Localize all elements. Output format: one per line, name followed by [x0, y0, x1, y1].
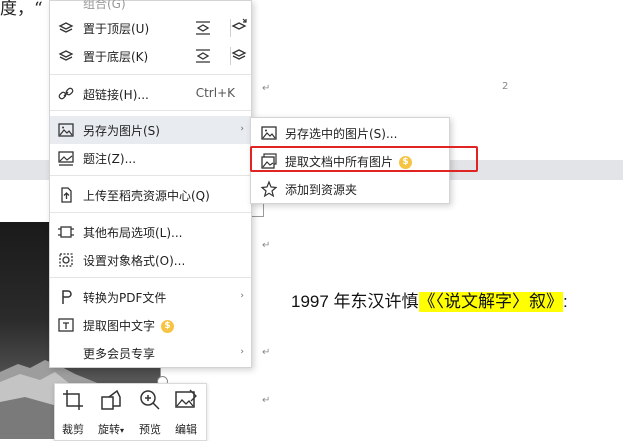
menu-item-label: 题注(Z)...: [83, 152, 137, 166]
submenu-arrow-icon: ›: [240, 291, 244, 301]
menu-separator: [50, 74, 251, 75]
menu-item-label: 另存为图片(S): [83, 124, 160, 138]
submenu-item-label: 添加到资源夹: [285, 183, 358, 197]
menu-item-layout-options[interactable]: 其他布局选项(L)...: [50, 218, 251, 246]
hyperlink-icon: [58, 87, 74, 100]
menu-item-extract-text[interactable]: 提取图中文字 $: [50, 311, 251, 339]
edit-label: 编辑: [175, 423, 197, 436]
body-text-line: 1997 年东汉许慎《〈说文解字〉叙》:: [291, 287, 568, 312]
send-to-back-quick-icon[interactable]: [194, 47, 212, 65]
rotate-button[interactable]: 旋转▾: [93, 388, 129, 438]
submenu-item-save-selected[interactable]: 另存选中的图片(S)...: [251, 119, 449, 147]
crop-label: 裁剪: [62, 423, 84, 436]
crop-button[interactable]: 裁剪: [55, 388, 91, 438]
submenu-arrow-icon: ›: [240, 124, 244, 134]
paragraph-mark: ↵: [262, 240, 271, 251]
vip-badge-icon: $: [161, 320, 175, 333]
layout-options-icon: [58, 226, 74, 238]
bring-forward-icon[interactable]: [230, 17, 248, 35]
highlighted-title: 《〈说文解字〉叙》: [418, 292, 564, 312]
paragraph-mark: ↵: [262, 347, 271, 358]
menu-item-label: 更多会员专享: [83, 347, 156, 361]
menu-separator: [50, 212, 251, 213]
body-text-suffix: :: [563, 292, 568, 311]
edit-button[interactable]: 编辑: [168, 388, 204, 438]
preview-label: 预览: [139, 423, 161, 436]
body-text-prefix: 1997 年东汉许慎: [291, 292, 419, 311]
menu-separator: [50, 110, 251, 111]
menu-item-convert-pdf[interactable]: 转换为PDF文件 ›: [50, 283, 251, 311]
menu-item-label: 超链接(H)...: [83, 88, 149, 102]
menu-item-send-to-back[interactable]: 置于底层(K): [50, 42, 251, 70]
send-backward-icon[interactable]: [230, 45, 248, 63]
submenu-item-label: 另存选中的图片(S)...: [285, 127, 398, 141]
menu-item-label: 设置对象格式(O)...: [83, 254, 186, 268]
menu-item-label: 提取图中文字 $: [83, 317, 175, 334]
bring-to-front-icon: [58, 22, 74, 33]
submenu-arrow-icon: ›: [240, 347, 244, 357]
menu-item-label: 置于顶层(U): [83, 22, 150, 36]
extract-text-icon: [58, 318, 74, 332]
rotate-icon: [101, 389, 121, 410]
selection-handle[interactable]: [251, 202, 264, 217]
image-edit-icon: [175, 389, 197, 408]
menu-item-label: 转换为PDF文件: [83, 291, 167, 305]
menu-item-label: 组合(G): [83, 0, 126, 11]
menu-item-label: 上传至稻壳资源中心(Q): [83, 189, 210, 203]
menu-item-format-object[interactable]: 设置对象格式(O)...: [50, 246, 251, 274]
save-as-image-icon: [58, 123, 74, 137]
menu-item-label: 置于底层(K): [83, 50, 149, 64]
save-selected-image-icon: [261, 126, 277, 140]
menu-item-label: 其他布局选项(L)...: [83, 226, 183, 240]
pdf-convert-icon: [62, 290, 72, 304]
menu-separator: [50, 277, 251, 278]
paragraph-mark: ↵: [262, 83, 271, 94]
highlight-annotation-box: [250, 146, 478, 172]
send-to-back-icon: [58, 50, 74, 61]
menu-item-label-text: 提取图中文字: [83, 319, 156, 333]
preview-button[interactable]: 预览: [132, 388, 168, 438]
document-top-text: 度，“: [0, 0, 43, 19]
menu-item-hyperlink[interactable]: 超链接(H)... Ctrl+K: [50, 80, 251, 108]
paragraph-mark: ↵: [262, 395, 271, 406]
rotate-label-text: 旋转: [97, 423, 120, 436]
format-object-icon: [59, 253, 73, 267]
menu-item-caption[interactable]: 题注(Z)...: [50, 144, 251, 172]
add-to-favorites-icon: [260, 180, 278, 198]
menu-separator: [50, 175, 251, 176]
menu-item-save-as-image[interactable]: 另存为图片(S) ›: [50, 116, 251, 144]
context-menu: 组合(G) 置于顶层(U) 置于底层(K) 超链接(H)... Ctrl+K 另…: [49, 0, 252, 368]
bring-to-front-quick-icon[interactable]: [194, 19, 212, 37]
menu-item-bring-to-front[interactable]: 置于顶层(U): [50, 14, 251, 42]
page-number: 2: [502, 81, 509, 92]
menu-item-upload[interactable]: 上传至稻壳资源中心(Q): [50, 181, 251, 209]
crop-icon: [63, 390, 83, 410]
menu-item-shortcut: Ctrl+K: [195, 86, 235, 100]
rotate-label: 旋转▾: [93, 421, 129, 437]
caption-icon: [58, 151, 74, 166]
zoom-in-icon: [140, 390, 160, 410]
menu-item-more-vip[interactable]: 更多会员专享 ›: [50, 339, 251, 367]
rotate-dropdown-icon: ▾: [119, 426, 124, 435]
submenu-item-add-to-favorites[interactable]: 添加到资源夹: [251, 175, 449, 203]
upload-icon: [61, 187, 72, 203]
image-toolbar: 裁剪 旋转▾ 预览 编辑: [54, 383, 207, 441]
